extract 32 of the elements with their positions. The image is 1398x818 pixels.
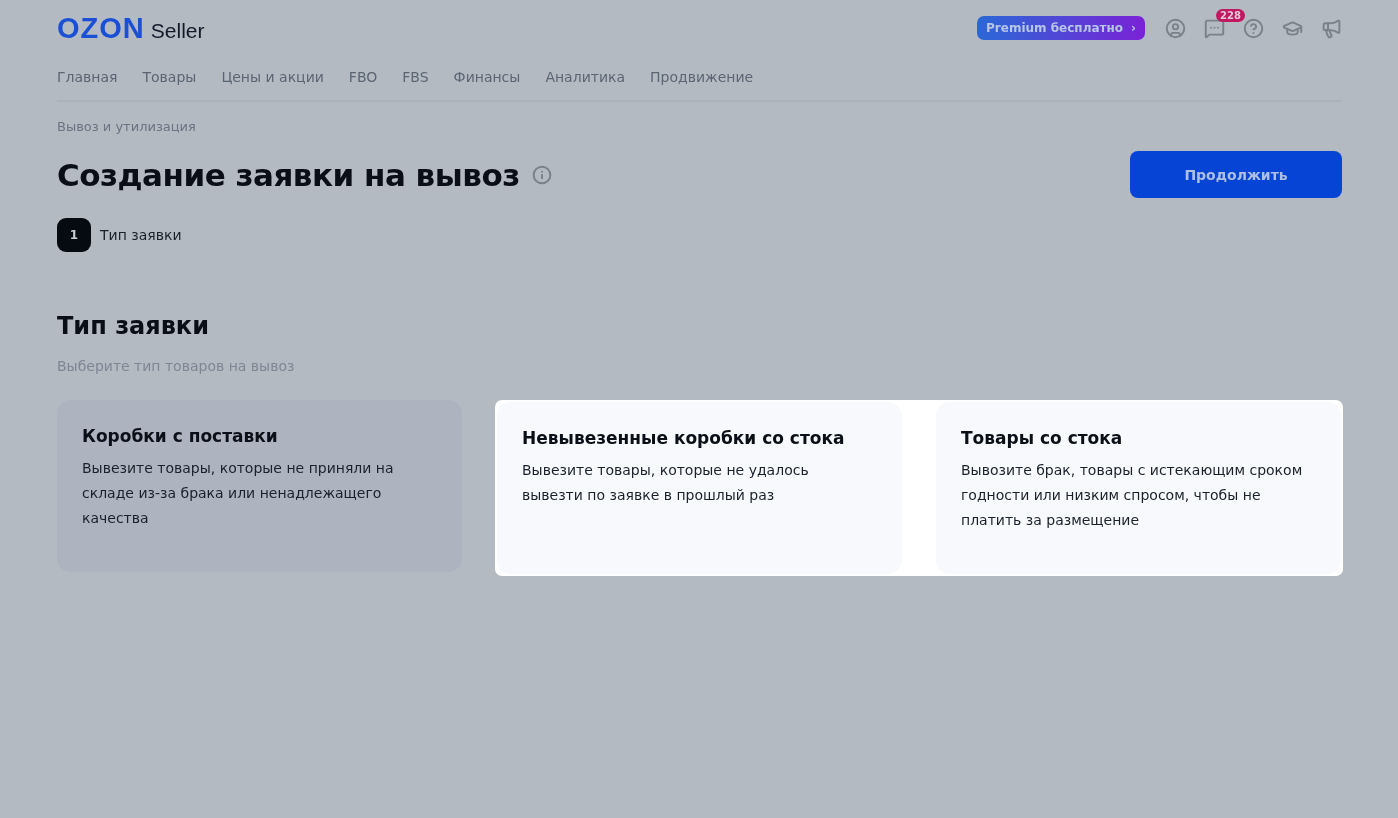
nav-link[interactable]: Цены и акции xyxy=(221,69,324,85)
nav-link[interactable]: Продвижение xyxy=(650,69,754,85)
profile-icon[interactable] xyxy=(1165,17,1186,39)
breadcrumb[interactable]: Вывоз и утилизация xyxy=(57,119,1342,134)
card-description: Вывозите брак, товары с истекающим сроком годности или низким спросом, чтобы не платить за размещение xyxy=(961,461,1304,530)
option-card[interactable]: Невывезенные коробки со стока Вывезите товары, которые не удалось вывезти по заявке в прошлый раз xyxy=(497,402,902,574)
continue-button[interactable]: Продолжить xyxy=(1130,151,1342,198)
card-title: Товары со стока xyxy=(961,428,1124,448)
nav-link[interactable]: Главная xyxy=(57,69,118,85)
page-title: Создание заявки на вывоз xyxy=(57,156,520,193)
logo[interactable]: OZON xyxy=(57,11,145,45)
card-title: Коробки с поставки xyxy=(82,426,279,446)
step-number: 1 xyxy=(57,218,91,252)
nav-link[interactable]: FBO xyxy=(348,69,378,85)
product-name: Seller xyxy=(150,18,205,43)
option-card[interactable]: Коробки с поставки Вывезите товары, которые не приняли на складе из-за брака или ненадлежащего качества xyxy=(57,400,462,572)
card-description: Вывезите товары, которые не приняли на складе из-за брака или ненадлежащего качества xyxy=(82,459,395,528)
card-title: Невывезенные коробки со стока xyxy=(522,428,846,448)
info-icon[interactable] xyxy=(531,164,552,185)
nav-link[interactable]: Товары xyxy=(142,69,197,85)
section-title: Тип заявки xyxy=(57,312,210,340)
premium-button[interactable]: Premium бесплатно › xyxy=(977,16,1145,40)
card-description: Вывезите товары, которые не удалось вывезти по заявке в прошлый раз xyxy=(522,461,810,505)
option-card[interactable]: Товары со стока Вывозите брак, товары с истекающим сроком годности или низким спросом, чтобы не платить за размещение xyxy=(936,402,1341,574)
nav-link[interactable]: FBS xyxy=(402,69,429,85)
message-count: 228 xyxy=(1216,8,1245,22)
chat-icon[interactable] xyxy=(1204,17,1225,39)
help-icon[interactable] xyxy=(1243,17,1264,39)
megaphone-icon[interactable] xyxy=(1321,17,1342,39)
nav-link[interactable]: Финансы xyxy=(453,69,521,85)
step-label: Тип заявки xyxy=(100,227,182,243)
nav-link[interactable]: Аналитика xyxy=(545,69,626,85)
